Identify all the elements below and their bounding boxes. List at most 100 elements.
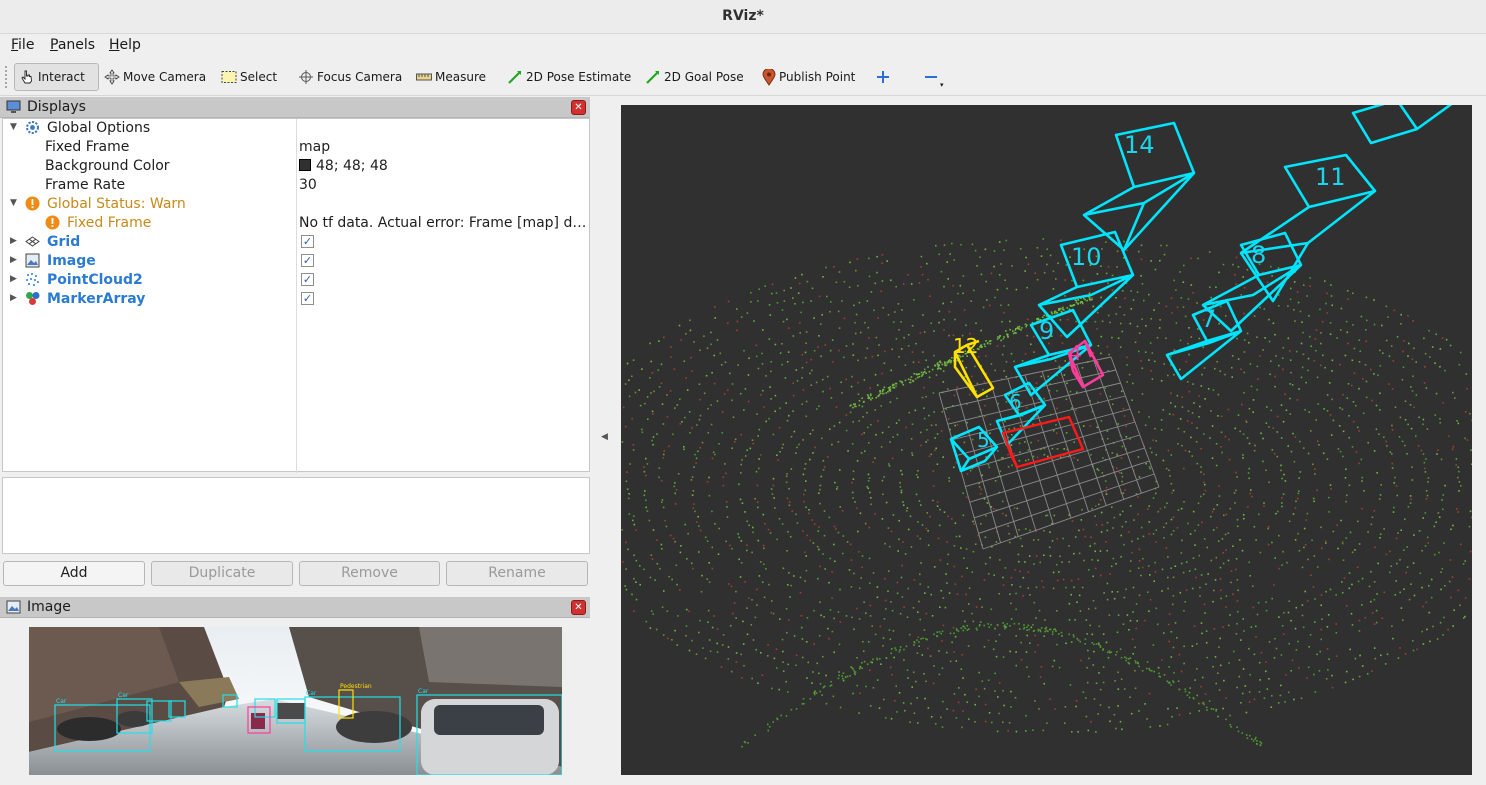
expand-arrow-icon[interactable]: ▶ (10, 255, 17, 265)
car-box-label: Car (56, 698, 67, 705)
hand-pointer-icon (21, 70, 32, 84)
window-title: RViz* (722, 8, 764, 24)
point-cloud-icon (26, 273, 39, 286)
green-arrow-icon (508, 71, 521, 84)
tree-row-status-fixed-frame[interactable]: Fixed Frame No tf data. Actual error: Fr… (3, 214, 589, 233)
expand-arrow-icon[interactable]: ▼ (10, 122, 17, 132)
menu-file[interactable]: File (11, 37, 34, 53)
markerarray-enabled-checkbox[interactable]: ✓ (301, 292, 314, 305)
menu-panels[interactable]: Panels (50, 37, 95, 53)
publish-point-label: Publish Point (779, 70, 856, 84)
green-arrow-icon (646, 71, 659, 84)
interact-tool-button[interactable]: Interact (14, 63, 99, 91)
property-description-area (2, 477, 590, 554)
tree-row-pointcloud2[interactable]: ▶ PointCloud2 ✓ (3, 271, 589, 290)
title-bar: RViz* (0, 0, 1486, 34)
move-camera-tool-button[interactable]: Move Camera (100, 63, 210, 91)
status-fixed-frame-label: Fixed Frame (67, 215, 152, 231)
focus-camera-tool-button[interactable]: Focus Camera (294, 63, 406, 91)
publish-point-tool-button[interactable]: Publish Point (758, 63, 859, 91)
tree-row-fixed-frame[interactable]: Fixed Frame map (3, 138, 589, 157)
car-box-label: Car (418, 688, 429, 695)
image-icon (6, 600, 21, 614)
marker-label: 4 (1069, 341, 1082, 365)
frame-rate-value[interactable]: 30 (299, 177, 317, 193)
expand-arrow-icon[interactable]: ▶ (10, 293, 17, 303)
marker-label: 6 (1009, 390, 1022, 414)
markerarray-display-label: MarkerArray (47, 291, 146, 307)
car-box-label: Car (306, 690, 317, 697)
fixed-frame-label: Fixed Frame (45, 139, 130, 155)
fixed-frame-value[interactable]: map (299, 139, 330, 155)
duplicate-display-button[interactable]: Duplicate (151, 561, 293, 586)
goal-pose-tool-button[interactable]: 2D Goal Pose (641, 63, 748, 91)
tree-row-grid[interactable]: ▶ Grid ✓ (3, 233, 589, 252)
menu-help[interactable]: Help (109, 37, 141, 53)
map-pin-icon (762, 68, 776, 86)
tree-row-global-status[interactable]: ▼ Global Status: Warn (3, 195, 589, 214)
tree-row-global-options[interactable]: ▼ Global Options (3, 119, 589, 138)
marker-label: 5 (977, 428, 990, 452)
camera-image: Car Car Car Car Pedestrian (29, 627, 562, 775)
marker-label: 7 (1201, 305, 1216, 333)
grid-display-label: Grid (47, 234, 81, 250)
tree-row-image[interactable]: ▶ Image ✓ (3, 252, 589, 271)
rename-display-button[interactable]: Rename (446, 561, 588, 586)
marker-label: 12 (953, 334, 978, 358)
grid-enabled-checkbox[interactable]: ✓ (301, 235, 314, 248)
minus-icon (925, 76, 937, 78)
global-options-label: Global Options (47, 120, 151, 136)
tree-row-markerarray[interactable]: ▶ MarkerArray ✓ (3, 290, 589, 309)
background-color-field[interactable]: 48; 48; 48 (299, 158, 388, 174)
panel-splitter[interactable]: ◀ (596, 96, 616, 785)
select-tool-button[interactable]: Select (217, 63, 281, 91)
3d-viewport[interactable]: 14 11 10 9 8 7 6 5 12 4 (621, 105, 1472, 775)
interact-label: Interact (38, 70, 85, 84)
tree-row-frame-rate[interactable]: Frame Rate 30 (3, 176, 589, 195)
remove-display-button[interactable]: Remove (299, 561, 440, 586)
chevron-down-icon: ▾ (940, 81, 944, 89)
select-rectangle-icon (221, 71, 237, 83)
toolbar: Interact Move Camera Select Focus Camera… (0, 58, 1486, 96)
plus-icon (877, 71, 889, 83)
image-panel-title: Image (27, 599, 71, 615)
pose-estimate-tool-button[interactable]: 2D Pose Estimate (503, 63, 635, 91)
displays-tree: ▼ Global Options Fixed Frame map Backgro… (2, 118, 590, 473)
marker-array-icon (26, 292, 40, 305)
toolbar-grip[interactable] (5, 66, 8, 88)
marker-label: 8 (1251, 241, 1266, 269)
move-arrows-icon (104, 69, 120, 85)
displays-panel-header: Displays ✕ (0, 97, 590, 118)
measure-tool-button[interactable]: Measure (412, 63, 490, 91)
expand-arrow-icon[interactable]: ▼ (10, 198, 17, 208)
move-camera-label: Move Camera (123, 70, 207, 84)
pointcloud2-display-label: PointCloud2 (47, 272, 143, 288)
menu-bar: File Panels Help (0, 34, 1486, 58)
marker-label: 14 (1124, 131, 1155, 159)
close-icon[interactable]: ✕ (571, 100, 586, 115)
image-enabled-checkbox[interactable]: ✓ (301, 254, 314, 267)
background-color-value: 48; 48; 48 (316, 158, 388, 174)
expand-arrow-icon[interactable]: ▶ (10, 274, 17, 284)
image-display-label: Image (47, 253, 96, 269)
monitor-icon (6, 100, 21, 113)
chevron-left-icon[interactable]: ◀ (601, 432, 608, 442)
marker-label: 9 (1039, 317, 1054, 345)
color-swatch (299, 159, 311, 171)
tree-row-background-color[interactable]: Background Color 48; 48; 48 (3, 157, 589, 176)
add-tool-button[interactable] (872, 63, 894, 91)
global-status-label: Global Status: Warn (47, 196, 186, 212)
expand-arrow-icon[interactable]: ▶ (10, 236, 17, 246)
warning-icon (25, 196, 40, 211)
car-box-label: Car (118, 692, 129, 699)
close-icon[interactable]: ✕ (571, 600, 586, 615)
status-error-message: No tf data. Actual error: Frame [map] d… (299, 215, 587, 231)
marker-label: 11 (1315, 163, 1346, 191)
pose-estimate-label: 2D Pose Estimate (526, 70, 632, 84)
measure-label: Measure (435, 70, 486, 84)
image-icon (25, 253, 40, 268)
pointcloud2-enabled-checkbox[interactable]: ✓ (301, 273, 314, 286)
remove-tool-button[interactable]: ▾ (920, 63, 946, 91)
add-display-button[interactable]: Add (3, 561, 145, 586)
ruler-icon (416, 73, 432, 81)
